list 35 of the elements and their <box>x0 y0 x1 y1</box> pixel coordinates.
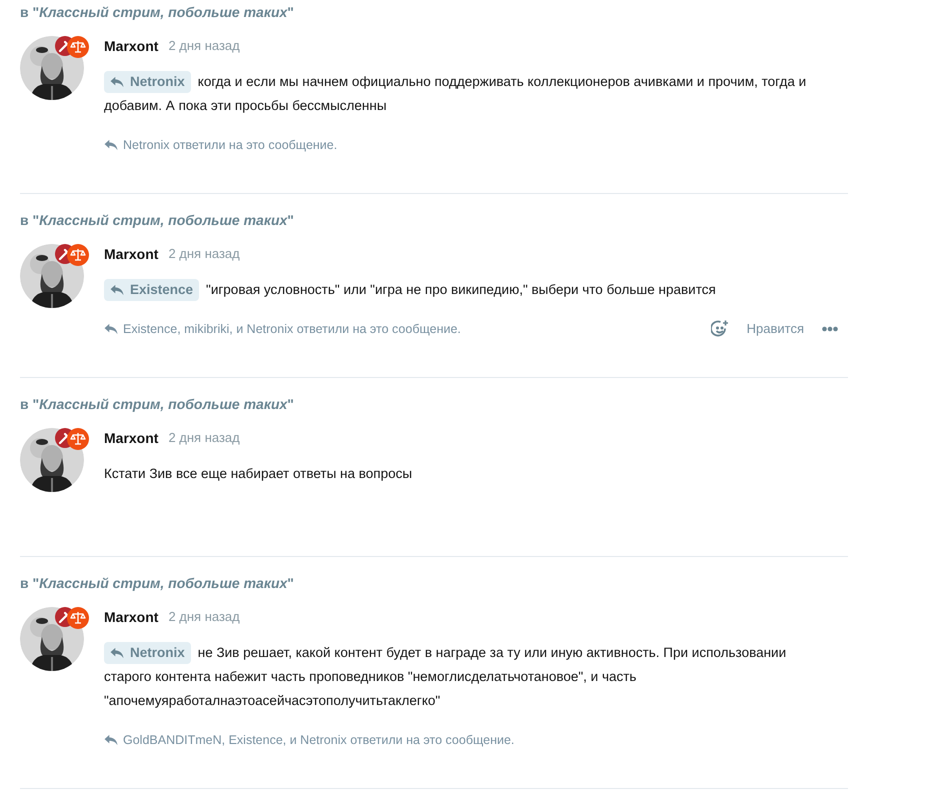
scales-badge-icon <box>67 36 89 58</box>
like-button[interactable]: Нравится <box>746 319 804 339</box>
replies-note[interactable]: Existence, mikibriki, и Netronix ответили на это сообщение. <box>104 320 461 338</box>
reply-icon <box>104 139 118 151</box>
post-body: Existence "игровая условность" или "игра не про википедию," выбери что больше нравится <box>104 278 848 302</box>
reply-icon <box>110 647 124 660</box>
author-name[interactable]: Marxont <box>104 36 158 56</box>
scales-badge-icon <box>67 428 89 450</box>
author-name[interactable]: Marxont <box>104 606 158 628</box>
replies-note[interactable]: GoldBANDITmeN, Existence, и Netronix ответили на это сообщение. <box>104 730 514 750</box>
quote-chip[interactable]: Netronix <box>104 71 191 94</box>
post-body: Netronix не Зив решает, какой контент будет в награде за ту или иную активность. При использовании старого контента набежит часть проповедников "немоглисделатьчотановое", и часть "апочемуяработалнаэтоасейчасэтополучитьтаклегко" <box>104 641 848 713</box>
post-time: 2 дня назад <box>168 429 240 448</box>
reply-icon <box>104 734 118 746</box>
author-name[interactable]: Marxont <box>104 244 158 264</box>
post-body: Кстати Зив все еще набирает ответы на вопросы <box>104 465 414 483</box>
more-icon[interactable] <box>822 326 838 332</box>
topic-link[interactable]: в "Классный стрим, побольше таких" <box>20 2 848 22</box>
topic-link[interactable]: в "Классный стрим, побольше таких" <box>20 394 848 414</box>
reply-icon <box>110 76 124 88</box>
reply-icon <box>104 323 118 335</box>
post-time: 2 дня назад <box>168 245 240 264</box>
replies-note[interactable]: Netronix ответили на это сообщение. <box>104 136 338 154</box>
scales-badge-icon <box>67 607 89 629</box>
post-time: 2 дня назад <box>168 37 240 56</box>
scales-badge-icon <box>67 244 89 266</box>
author-name[interactable]: Marxont <box>104 428 158 448</box>
topic-link[interactable]: в "Классный стрим, побольше таких" <box>20 210 848 230</box>
post-time: 2 дня назад <box>168 608 240 626</box>
post-body: Netronix когда и если мы начнем официально поддерживать коллекционеров ачивками и прочим, тогда и добавим. А пока эти просьбы бессмысленны <box>104 70 848 118</box>
reply-icon <box>110 284 124 296</box>
add-reaction-icon[interactable] <box>710 320 729 338</box>
topic-link[interactable]: в "Классный стрим, побольше таких" <box>20 573 848 593</box>
quote-chip[interactable]: Netronix <box>104 642 191 664</box>
quote-chip[interactable]: Existence <box>104 279 200 302</box>
